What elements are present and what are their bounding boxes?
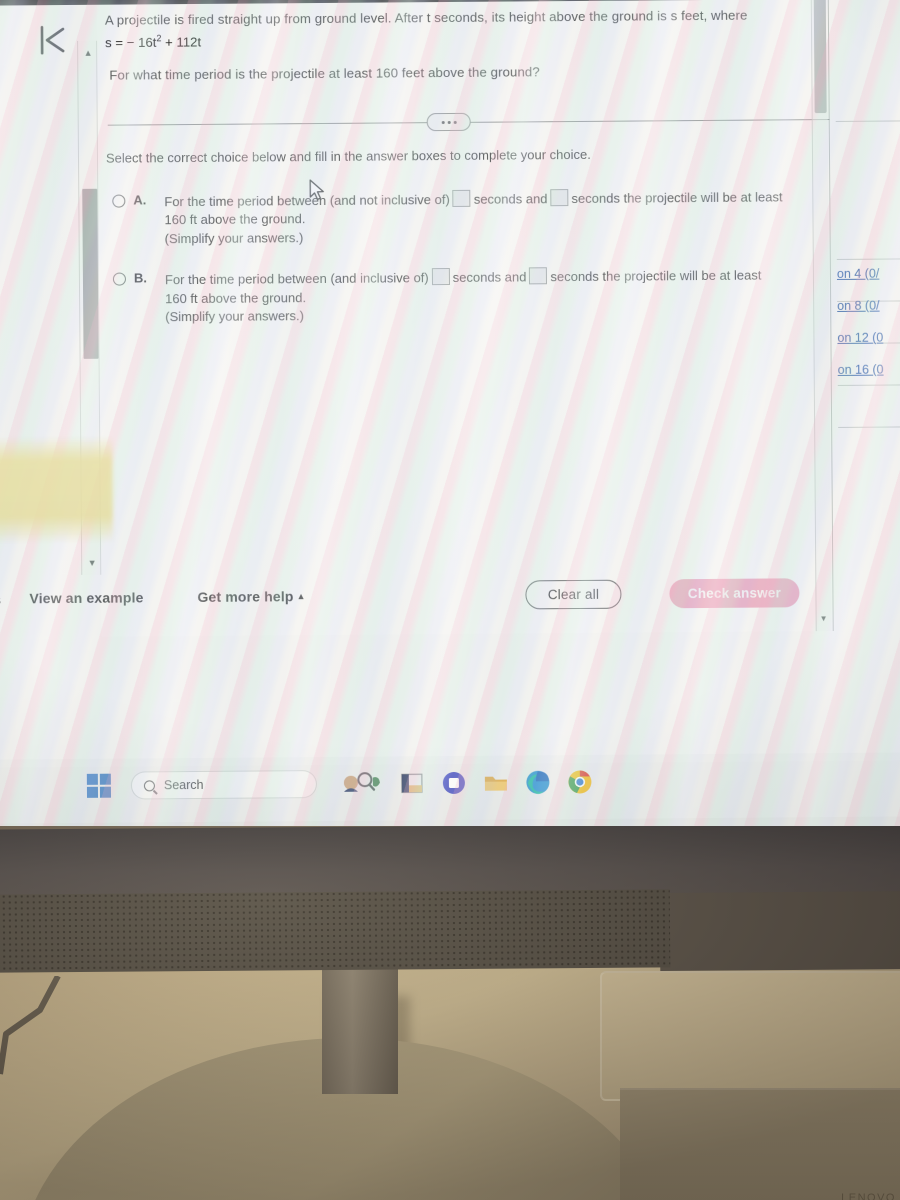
problem-statement: A projectile is fired straight up from g…: [104, 7, 748, 28]
view-an-example-link[interactable]: View an example: [29, 589, 143, 606]
scroll-up-icon[interactable]: ▲: [80, 45, 96, 61]
background-question-list: on 4 (0/ on 8 (0/ on 12 (0 on 16 (0: [837, 266, 900, 395]
instruction-text: Select the correct choice below and fill…: [105, 146, 591, 166]
choice-a-letter: A.: [133, 192, 147, 208]
choice-b-text: For the time period between (and inclusi…: [165, 266, 762, 327]
choice-a-text: For the time period between (and not inc…: [164, 187, 783, 248]
search-input[interactable]: Search: [130, 770, 318, 800]
choice-b-line3: (Simplify your answers.): [165, 308, 304, 325]
monitor-stand-neck: [322, 962, 398, 1094]
choice-b-answer-box-1[interactable]: [431, 268, 450, 286]
monitor-vent-grille: [0, 889, 671, 973]
radio-choice-a[interactable]: [112, 194, 126, 208]
choice-b-letter: B.: [133, 270, 147, 286]
skip-back-icon[interactable]: [29, 19, 73, 61]
choice-a-text-part1: For the time period between (and not inc…: [164, 191, 450, 210]
search-placeholder: Search: [163, 777, 204, 793]
exercise-content: A projectile is fired straight up from g…: [97, 0, 830, 575]
clear-all-button[interactable]: Clear all: [525, 579, 622, 610]
background-question-link[interactable]: on 16 (0: [838, 362, 900, 377]
choice-b-answer-box-2[interactable]: [529, 267, 548, 285]
get-more-help-label: Get more help: [197, 588, 294, 605]
choice-a-text-part3: seconds the projectile will be at least: [571, 189, 783, 207]
widgets-weather-icon[interactable]: [341, 770, 385, 798]
scroll-down-icon[interactable]: ▼: [84, 555, 100, 571]
choice-b-text-part2: seconds and: [452, 269, 527, 286]
desk-panel: [600, 971, 900, 1101]
choice-a[interactable]: A. For the time period between (and not …: [108, 186, 824, 249]
equation-suffix: + 112t: [161, 34, 202, 50]
choice-a-line3: (Simplify your answers.): [164, 230, 304, 247]
ellipsis-icon[interactable]: [426, 112, 471, 132]
section-divider: [102, 108, 830, 136]
choice-a-answer-box-1[interactable]: [452, 189, 471, 207]
screenshot-root: on 4 (0/ on 8 (0/ on 12 (0 on 16 (0 ▲ ▼: [0, 0, 900, 1200]
file-explorer-icon[interactable]: [397, 768, 427, 798]
search-icon: [143, 779, 155, 791]
choice-b-text-part3: seconds the projectile will be at least: [550, 267, 762, 285]
folder-icon[interactable]: [481, 768, 511, 798]
background-question-link[interactable]: on 8 (0/: [837, 298, 900, 313]
laptop: LENOVO: [620, 1088, 900, 1200]
edge-icon[interactable]: [523, 767, 553, 797]
caret-up-icon: ▲: [296, 591, 306, 602]
check-answer-button[interactable]: Check answer: [669, 578, 800, 609]
background-question-link[interactable]: on 12 (0: [837, 330, 900, 345]
radio-choice-b[interactable]: [112, 272, 126, 287]
answer-choices: A. For the time period between (and not …: [108, 186, 825, 348]
teams-icon[interactable]: [439, 768, 469, 798]
points-fragment: s: [0, 593, 1, 608]
problem-equation: s = − 16t2 + 112t: [105, 28, 799, 50]
choice-b-text-part1: For the time period between (and inclusi…: [164, 270, 429, 288]
choice-a-answer-box-2[interactable]: [550, 189, 569, 207]
scrollbar-thumb[interactable]: [81, 188, 99, 359]
desk-photo-region: LENOVO: [0, 826, 900, 1200]
get-more-help-link[interactable]: Get more help ▲: [197, 588, 305, 605]
choice-b[interactable]: B. For the time period between (and incl…: [109, 264, 825, 327]
windows-taskbar: Search: [0, 752, 900, 824]
cable: [0, 974, 70, 1096]
exercise-dialog: A projectile is fired straight up from g…: [96, 0, 834, 637]
laptop-brand-label: LENOVO: [841, 1192, 896, 1200]
exercise-toolbar: s View an example Get more help▲ Clear a…: [0, 569, 894, 638]
chrome-icon[interactable]: [565, 767, 595, 797]
start-icon[interactable]: [86, 773, 112, 798]
problem-question: For what time period is the projectile a…: [109, 64, 540, 83]
background-question-link[interactable]: on 4 (0/: [837, 266, 900, 281]
dialog-scrollbar-thumb[interactable]: [813, 0, 827, 114]
choice-a-text-part2: seconds and: [473, 191, 548, 207]
monitor-screen: on 4 (0/ on 8 (0/ on 12 (0 on 16 (0 ▲ ▼: [0, 0, 900, 826]
monitor-bezel-right: [659, 890, 900, 972]
equation-prefix: s = − 16t: [105, 34, 157, 50]
